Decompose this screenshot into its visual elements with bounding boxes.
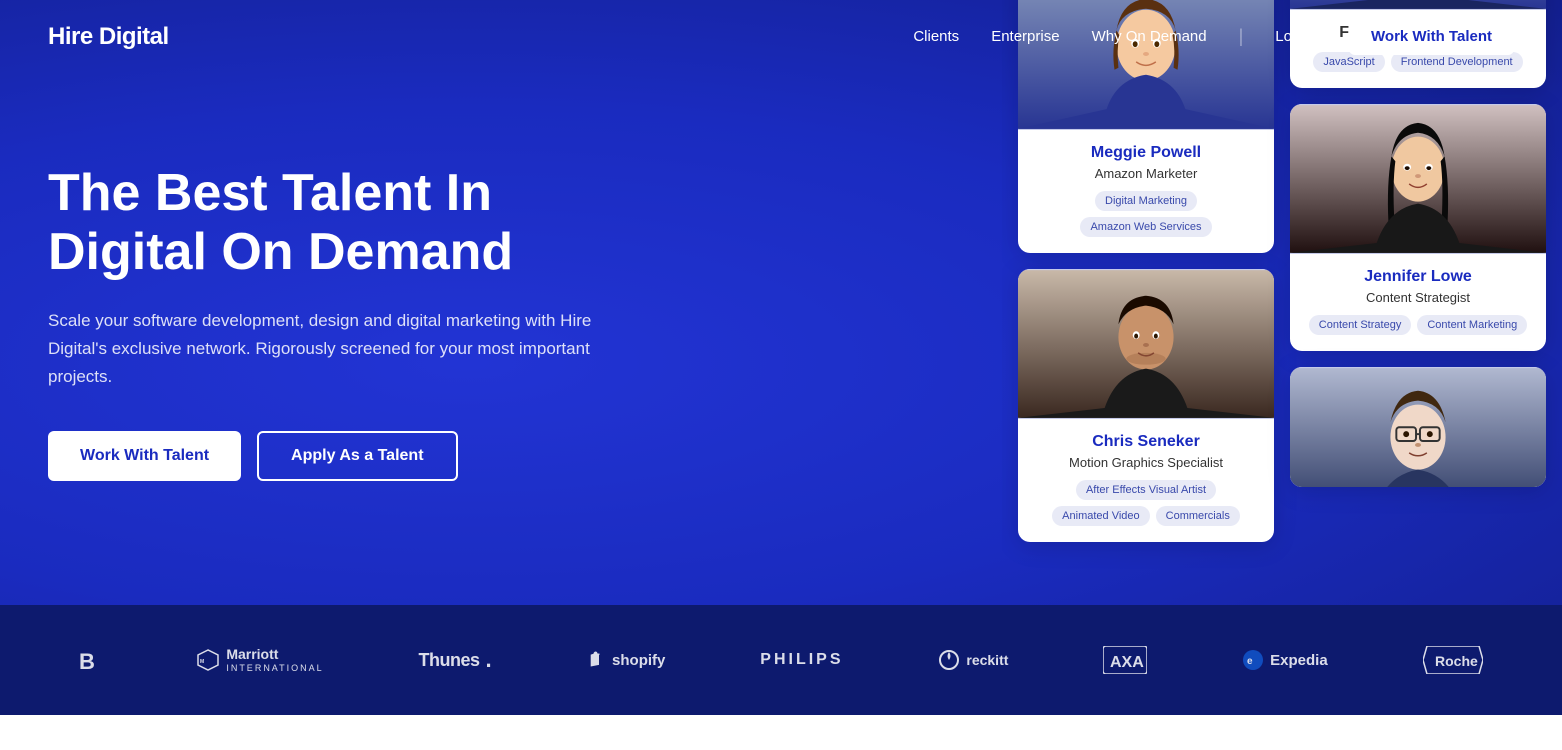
talent-role-meggie: Amazon Marketer	[1034, 166, 1258, 181]
nav-divider: |	[1239, 26, 1244, 46]
talent-photo-jennifer	[1290, 104, 1546, 254]
talent-card-jennifer-body: Jennifer Lowe Content Strategist Content…	[1290, 254, 1546, 335]
logo-shopify: shopify	[586, 650, 665, 670]
logo-expedia: e Expedia	[1242, 649, 1328, 671]
talent-tag-aws: Amazon Web Services	[1080, 217, 1211, 237]
talent-role-chris: Motion Graphics Specialist	[1034, 455, 1258, 470]
nav-clients[interactable]: Clients	[913, 28, 959, 45]
logo-roche: Roche	[1423, 646, 1483, 674]
talent-column-1: Meggie Powell Amazon Marketer Digital Ma…	[1018, 0, 1274, 542]
navbar: Hire Digital Clients Enterprise Why On D…	[0, 0, 1562, 73]
hero-section: The Best Talent In Digital On Demand Sca…	[0, 0, 1562, 605]
talent-card-chris-body: Chris Seneker Motion Graphics Specialist…	[1018, 419, 1274, 526]
talent-tag-content-strategy: Content Strategy	[1309, 315, 1412, 335]
svg-text:Roche: Roche	[1435, 653, 1478, 669]
nav-enterprise[interactable]: Enterprise	[991, 28, 1059, 45]
talent-name-meggie: Meggie Powell	[1034, 144, 1258, 162]
talent-tags-jennifer: Content Strategy Content Marketing	[1306, 315, 1530, 335]
talent-tag-animated-video: Animated Video	[1052, 506, 1149, 526]
talent-photo-chris	[1018, 269, 1274, 419]
talent-name-chris: Chris Seneker	[1034, 433, 1258, 451]
site-logo[interactable]: Hire Digital	[48, 23, 913, 51]
svg-text:AXA: AXA	[1110, 654, 1144, 671]
svg-text:M: M	[200, 659, 204, 665]
hero-subtitle: Scale your software development, design …	[48, 307, 608, 391]
talent-card-partial	[1290, 367, 1546, 487]
talent-photo-partial	[1290, 367, 1546, 487]
talent-tags-meggie: Digital Marketing Amazon Web Services	[1034, 191, 1258, 237]
logo-axa: AXA	[1103, 646, 1147, 674]
apply-as-talent-button[interactable]: Apply As a Talent	[257, 431, 457, 481]
login-button[interactable]: Log In	[1275, 28, 1317, 45]
talent-role-jennifer: Content Strategist	[1306, 290, 1530, 305]
logo-marriott: M MarriottINTERNATIONAL	[196, 646, 323, 674]
talent-card-jennifer: Jennifer Lowe Content Strategist Content…	[1290, 104, 1546, 351]
hero-content: The Best Talent In Digital On Demand Sca…	[0, 64, 700, 542]
hero-buttons: Work With Talent Apply As a Talent	[48, 431, 652, 481]
talent-tag-digital-marketing: Digital Marketing	[1095, 191, 1197, 211]
talent-panel: Meggie Powell Amazon Marketer Digital Ma…	[1002, 0, 1562, 605]
talent-name-jennifer: Jennifer Lowe	[1306, 268, 1530, 286]
svg-text:B: B	[79, 649, 95, 673]
work-with-talent-button[interactable]: Work With Talent	[48, 431, 241, 481]
talent-tag-commercials: Commercials	[1156, 506, 1240, 526]
talent-card-chris: Chris Seneker Motion Graphics Specialist…	[1018, 269, 1274, 542]
nav-why-on-demand[interactable]: Why On Demand	[1092, 28, 1207, 45]
logo-reckitt: reckitt	[938, 649, 1008, 671]
logos-bar: B M MarriottINTERNATIONAL Thunes. shopif…	[0, 605, 1562, 715]
talent-tag-content-marketing: Content Marketing	[1417, 315, 1527, 335]
logo-philips: PHILIPS	[760, 651, 843, 669]
logo-thunes: Thunes.	[419, 647, 492, 673]
talent-card-meggie-body: Meggie Powell Amazon Marketer Digital Ma…	[1018, 130, 1274, 237]
talent-column-2: Full Stack Developer JavaScript Frontend…	[1290, 40, 1546, 487]
nav-cta-button[interactable]: Work With Talent	[1349, 18, 1514, 55]
svg-text:e: e	[1247, 656, 1253, 667]
hero-title: The Best Talent In Digital On Demand	[48, 164, 652, 284]
talent-tags-chris: After Effects Visual Artist Animated Vid…	[1034, 480, 1258, 526]
talent-tag-after-effects: After Effects Visual Artist	[1076, 480, 1216, 500]
logo-b: B	[79, 647, 101, 673]
